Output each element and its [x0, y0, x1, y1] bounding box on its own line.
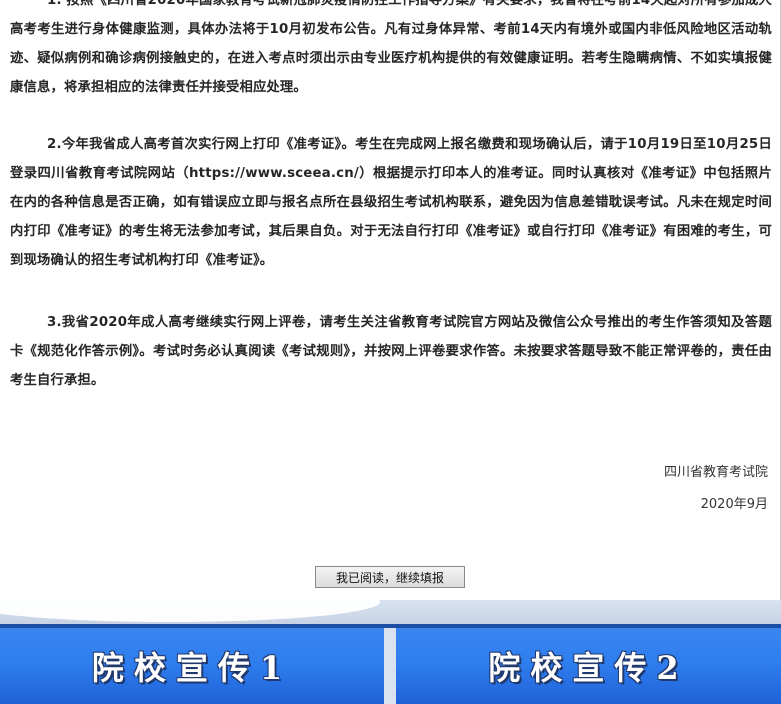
promo-banner-2-label: 院校宣传2 [488, 649, 689, 687]
notice-paragraph-2: 2.今年我省成人高考首次实行网上打印《准考证》。考生在完成网上报名缴费和现场确认… [10, 137, 772, 268]
signature-org: 四川省教育考试院 [663, 465, 768, 480]
signature-date: 2020年9月 [700, 497, 768, 512]
promo-banner-2[interactable]: 院校宣传2 [396, 628, 781, 704]
read-continue-button[interactable]: 我已阅读，继续填报 [315, 566, 465, 588]
promo-banner-1-label: 院校宣传1 [91, 649, 293, 687]
footer-wave-decoration [0, 600, 380, 622]
notice-content: 1. 按照《四川省2020年国家教育考试新冠肺炎疫情防控工作指导方案》有关要求，… [0, 0, 781, 600]
notice-paragraph-3: 3.我省2020年成人高考继续实行网上评卷，请考生关注省教育考试院官方网站及微信… [10, 315, 772, 388]
promo-banner-1[interactable]: 院校宣传1 [0, 628, 384, 704]
footer-banner: 院校宣传1 院校宣传2 [0, 600, 781, 704]
notice-paragraph-1: 1. 按照《四川省2020年国家教育考试新冠肺炎疫情防控工作指导方案》有关要求，… [10, 0, 772, 95]
promo-divider [384, 628, 396, 704]
